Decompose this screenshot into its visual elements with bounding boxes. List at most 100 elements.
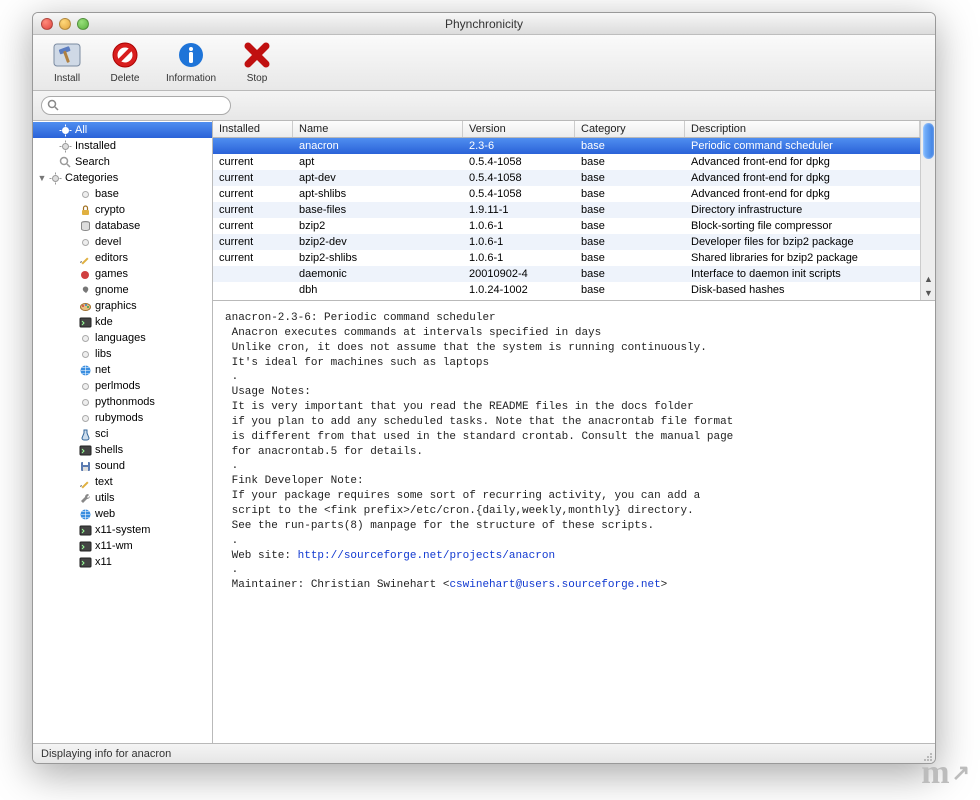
table-row[interactable]: dbh1.0.24-1002baseDisk-based hashes xyxy=(213,282,920,298)
sidebar-item-utils[interactable]: utils xyxy=(33,490,212,506)
table-row[interactable]: currentbase-files1.9.11-1baseDirectory i… xyxy=(213,202,920,218)
scrollbar-thumb[interactable] xyxy=(923,123,934,159)
sidebar-item-rubymods[interactable]: rubymods xyxy=(33,410,212,426)
sidebar-item-base[interactable]: base xyxy=(33,186,212,202)
table-row[interactable]: currentapt0.5.4-1058baseAdvanced front-e… xyxy=(213,154,920,170)
package-detail: anacron-2.3-6: Periodic command schedule… xyxy=(213,301,935,743)
cell-category: base xyxy=(575,268,685,280)
cell-name: apt xyxy=(293,156,463,168)
minimize-window-button[interactable] xyxy=(59,18,71,30)
sidebar-item-web[interactable]: web xyxy=(33,506,212,522)
sidebar-item-crypto[interactable]: crypto xyxy=(33,202,212,218)
sidebar-item-sci[interactable]: sci xyxy=(33,426,212,442)
sidebar-item-x11-system[interactable]: x11-system xyxy=(33,522,212,538)
window-controls xyxy=(41,18,89,30)
col-version[interactable]: Version xyxy=(463,121,575,137)
cell-name: bzip2-dev xyxy=(293,236,463,248)
sidebar-item-label: crypto xyxy=(93,204,125,216)
sidebar-item-editors-icon xyxy=(77,251,93,265)
sidebar-item-installed-icon xyxy=(57,139,73,153)
sidebar-item-pythonmods-icon xyxy=(77,395,93,409)
table-row[interactable]: currentapt-shlibs0.5.4-1058baseAdvanced … xyxy=(213,186,920,202)
cell-name: apt-dev xyxy=(293,172,463,184)
cell-version: 20010902-4 xyxy=(463,268,575,280)
cell-category: base xyxy=(575,188,685,200)
sidebar-item-devel-icon xyxy=(77,235,93,249)
cell-installed: current xyxy=(213,204,293,216)
zoom-window-button[interactable] xyxy=(77,18,89,30)
sidebar-item-installed[interactable]: Installed xyxy=(33,138,212,154)
delete-button[interactable]: Delete xyxy=(99,39,151,84)
sidebar-item-label: x11-system xyxy=(93,524,150,536)
sidebar-item-devel[interactable]: devel xyxy=(33,234,212,250)
sidebar-item-all[interactable]: All xyxy=(33,122,212,138)
table-row[interactable]: currentapt-dev0.5.4-1058baseAdvanced fro… xyxy=(213,170,920,186)
cell-version: 1.0.6-1 xyxy=(463,252,575,264)
col-description[interactable]: Description xyxy=(685,121,920,137)
sidebar-item-graphics[interactable]: graphics xyxy=(33,298,212,314)
sidebar-item-label: x11 xyxy=(93,556,112,568)
table-header: Installed Name Version Category Descript… xyxy=(213,121,920,138)
website-link[interactable]: http://sourceforge.net/projects/anacron xyxy=(298,550,555,562)
maintainer-email-link[interactable]: cswinehart@users.sourceforge.net xyxy=(449,579,660,591)
sidebar-item-gnome[interactable]: gnome xyxy=(33,282,212,298)
table-row[interactable]: currentbzip2-shlibs1.0.6-1baseShared lib… xyxy=(213,250,920,266)
col-installed[interactable]: Installed xyxy=(213,121,293,137)
scroll-up-arrow[interactable]: ▲ xyxy=(921,272,936,286)
sidebar-item-net[interactable]: net xyxy=(33,362,212,378)
cell-category: base xyxy=(575,220,685,232)
delete-label: Delete xyxy=(99,73,151,84)
package-table: Installed Name Version Category Descript… xyxy=(213,121,920,300)
table-row[interactable]: anacron2.3-6basePeriodic command schedul… xyxy=(213,138,920,154)
sidebar-item-x11[interactable]: x11 xyxy=(33,554,212,570)
cell-version: 1.9.11-1 xyxy=(463,204,575,216)
sidebar-item-x11-wm[interactable]: x11-wm xyxy=(33,538,212,554)
scroll-down-arrow[interactable]: ▼ xyxy=(921,286,936,300)
sidebar-item-label: gnome xyxy=(93,284,129,296)
sidebar-item-search[interactable]: Search xyxy=(33,154,212,170)
sidebar-item-libs[interactable]: libs xyxy=(33,346,212,362)
table-row[interactable]: daemonic20010902-4baseInterface to daemo… xyxy=(213,266,920,282)
sidebar-item-label: utils xyxy=(93,492,115,504)
sidebar-item-shells[interactable]: shells xyxy=(33,442,212,458)
sidebar-item-categories-icon xyxy=(47,171,63,185)
stop-button[interactable]: Stop xyxy=(231,39,283,84)
install-button[interactable]: Install xyxy=(41,39,93,84)
sidebar-item-text[interactable]: text xyxy=(33,474,212,490)
table-row[interactable]: currentbzip2-dev1.0.6-1baseDeveloper fil… xyxy=(213,234,920,250)
sidebar-item-label: Categories xyxy=(63,172,118,184)
cell-installed: current xyxy=(213,236,293,248)
sidebar-item-label: libs xyxy=(93,348,112,360)
sidebar-item-database[interactable]: database xyxy=(33,218,212,234)
search-input[interactable] xyxy=(62,97,224,109)
disclosure-triangle: ▼ xyxy=(37,173,47,183)
package-table-wrap: Installed Name Version Category Descript… xyxy=(213,121,935,301)
sidebar-item-label: languages xyxy=(93,332,146,344)
sidebar-item-sound[interactable]: sound xyxy=(33,458,212,474)
watermark-arrow-icon: ↗ xyxy=(952,760,970,786)
col-name[interactable]: Name xyxy=(293,121,463,137)
close-window-button[interactable] xyxy=(41,18,53,30)
sidebar-item-perlmods[interactable]: perlmods xyxy=(33,378,212,394)
cell-version: 1.0.6-1 xyxy=(463,220,575,232)
sidebar-item-languages[interactable]: languages xyxy=(33,330,212,346)
table-row[interactable]: currentbzip21.0.6-1baseBlock-sorting fil… xyxy=(213,218,920,234)
toolbar: Install Delete Information xyxy=(33,35,935,91)
information-button[interactable]: Information xyxy=(157,39,225,84)
sidebar-item-label: pythonmods xyxy=(93,396,155,408)
sidebar-item-games[interactable]: games xyxy=(33,266,212,282)
sidebar-item-text-icon xyxy=(77,475,93,489)
col-category[interactable]: Category xyxy=(575,121,685,137)
sidebar-item-editors[interactable]: editors xyxy=(33,250,212,266)
install-label: Install xyxy=(41,73,93,84)
sidebar-item-languages-icon xyxy=(77,331,93,345)
table-scrollbar[interactable]: ▲ ▼ xyxy=(920,121,935,300)
sidebar-item-kde[interactable]: kde xyxy=(33,314,212,330)
sidebar-item-categories[interactable]: ▼ Categories xyxy=(33,170,212,186)
sidebar-item-label: database xyxy=(93,220,140,232)
cell-name: bzip2 xyxy=(293,220,463,232)
sidebar-item-label: devel xyxy=(93,236,121,248)
sidebar-item-pythonmods[interactable]: pythonmods xyxy=(33,394,212,410)
watermark: m ↗ xyxy=(921,754,970,792)
status-text: Displaying info for anacron xyxy=(41,748,171,760)
